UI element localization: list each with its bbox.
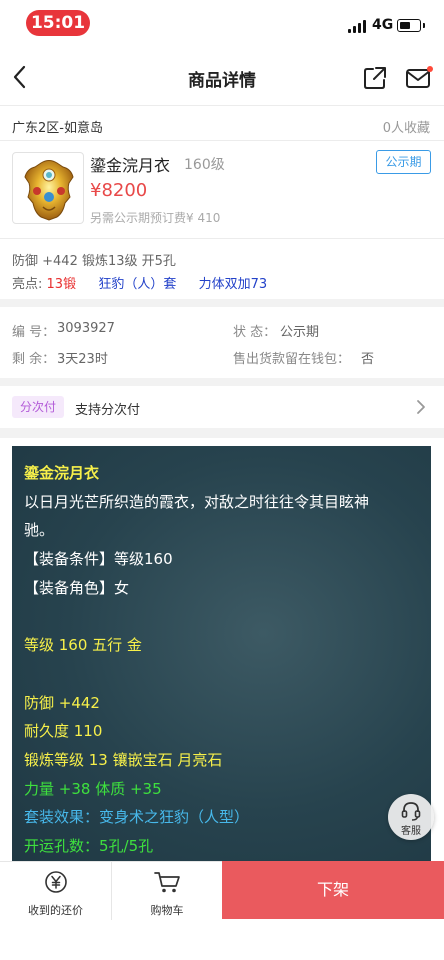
item-image[interactable]: [12, 152, 84, 224]
highlight-tag: 狂豹（人）套: [98, 277, 177, 292]
status-time: 15:01: [26, 10, 90, 36]
description-line: 鎏金浣月衣: [24, 464, 100, 482]
item-level: 160级: [184, 157, 225, 173]
remaining-label: 剩 余：: [12, 352, 56, 367]
customer-service-button[interactable]: 客服: [388, 794, 434, 840]
server-name: 广东2区-如意岛: [12, 121, 103, 136]
counter-offer-button[interactable]: 收到的还价: [0, 862, 111, 920]
cart-icon: [154, 872, 180, 893]
network-label: 4G: [372, 17, 394, 33]
state-label: 状 态：: [233, 325, 277, 340]
description-line: 等级 160 五行 金: [24, 636, 142, 655]
highlight-tag: 13锻: [46, 277, 77, 292]
highlight-tag: 力体双加73: [198, 277, 268, 292]
customer-service-label: 客服: [401, 826, 421, 837]
remaining-value: 3天23时: [57, 352, 108, 367]
headset-icon: [401, 802, 421, 821]
description-line: 以日月光芒所织造的霞衣，对敌之时往往令其目眩神: [24, 492, 370, 511]
description-line: 开运孔数：5孔/5孔: [24, 837, 154, 856]
chevron-right-icon: [417, 400, 425, 414]
cart-button[interactable]: 购物车: [112, 862, 222, 920]
highlights-label: 亮点:: [12, 277, 43, 292]
item-price: ¥8200: [90, 180, 148, 201]
installment-badge: 分次付: [12, 396, 64, 418]
description-line: 力量 +38 体质 +35: [24, 779, 162, 798]
counter-offer-label: 收到的还价: [28, 904, 83, 917]
wallet-label: 售出货款留在钱包：: [233, 352, 351, 367]
item-attributes: 防御 +442 锻炼13级 开5孔: [12, 254, 176, 269]
highlights-row: 亮点: 13锻 狂豹（人）套 力体双加73: [12, 273, 267, 292]
favorite-count[interactable]: 0人收藏: [383, 117, 430, 136]
yuan-icon: [45, 871, 67, 893]
offshelf-button[interactable]: 下架: [222, 861, 444, 919]
description-line: 锻炼等级 13 镶嵌宝石 月亮石: [24, 751, 223, 769]
description-line: 【装备角色】女: [24, 578, 130, 597]
id-label: 编 号：: [12, 325, 56, 340]
nav-bar: 商品详情: [0, 52, 444, 106]
description-line: 耐久度 110: [24, 722, 103, 741]
battery-icon: [397, 19, 421, 32]
unread-dot: [427, 66, 433, 72]
description-line: 【装备条件】等级160: [24, 550, 173, 569]
signal-icon: [348, 20, 368, 33]
status-badge: 公示期: [376, 150, 431, 174]
item-name: 鎏金浣月衣: [90, 156, 171, 175]
description-line: 套装效果：变身术之狂豹（人型）: [24, 808, 250, 827]
installment-text: 支持分次付: [75, 403, 141, 418]
deposit-fee: 另需公示期预订费¥ 410: [90, 211, 221, 225]
description-line: 驰。: [24, 521, 55, 540]
armor-icon: [24, 160, 74, 221]
share-icon[interactable]: [362, 65, 388, 91]
id-value: 3093927: [57, 321, 115, 336]
item-description-panel: 鎏金浣月衣以日月光芒所织造的霞衣，对敌之时往往令其目眩神 驰。【装备条件】等级16…: [12, 446, 431, 862]
cart-label: 购物车: [150, 904, 184, 917]
state-value: 公示期: [280, 325, 320, 340]
status-bar: 15:01 4G: [0, 0, 444, 46]
wallet-value: 否: [361, 352, 375, 367]
description-line: 防御 +442: [24, 693, 100, 712]
